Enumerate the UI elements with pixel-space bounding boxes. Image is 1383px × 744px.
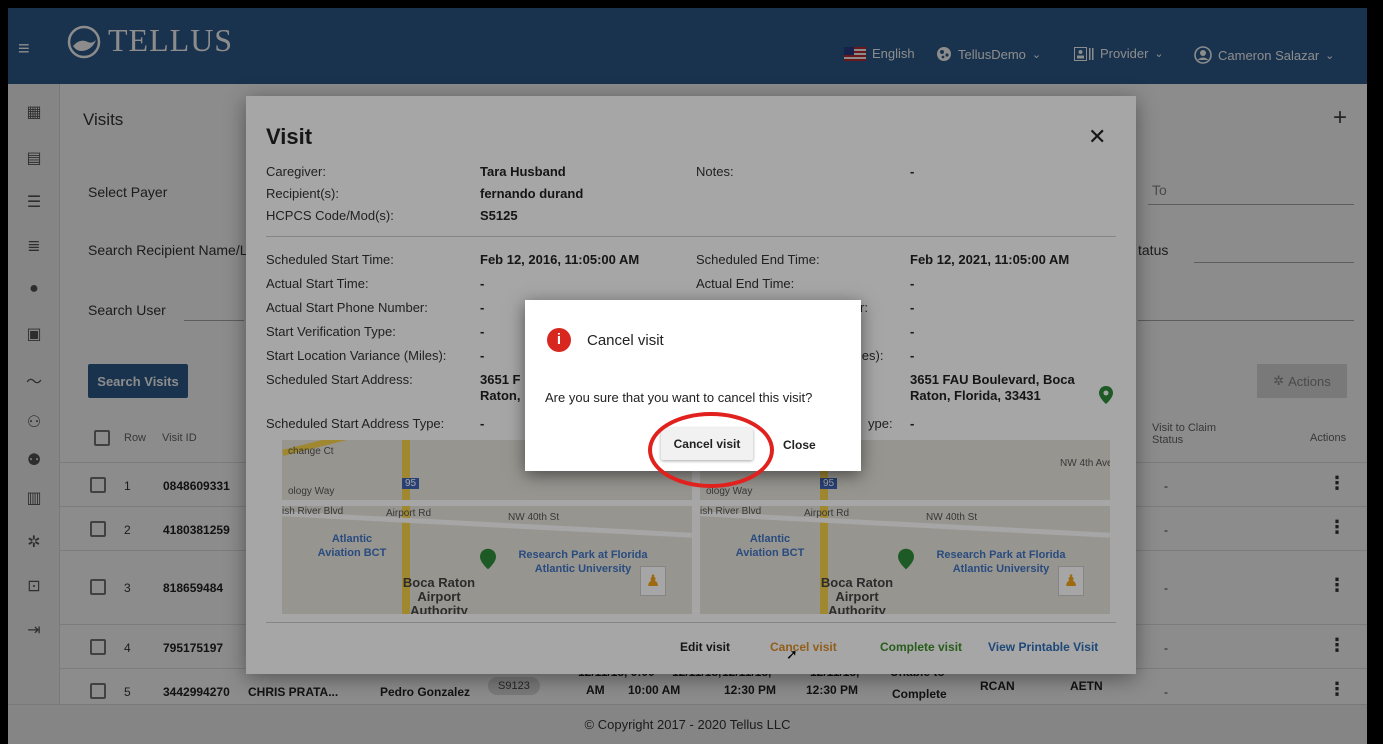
app-frame: ≡ TELLUS English TellusDemo ⌄ Provider ⌄…: [8, 8, 1367, 744]
confirm-title: Cancel visit: [587, 332, 664, 349]
close-button[interactable]: Close: [783, 438, 816, 452]
mouse-cursor-icon: ➚: [786, 646, 798, 662]
highlight-annotation-circle: [648, 412, 774, 488]
confirm-message: Are you sure that you want to cancel thi…: [545, 390, 813, 405]
info-icon: i: [547, 328, 571, 352]
